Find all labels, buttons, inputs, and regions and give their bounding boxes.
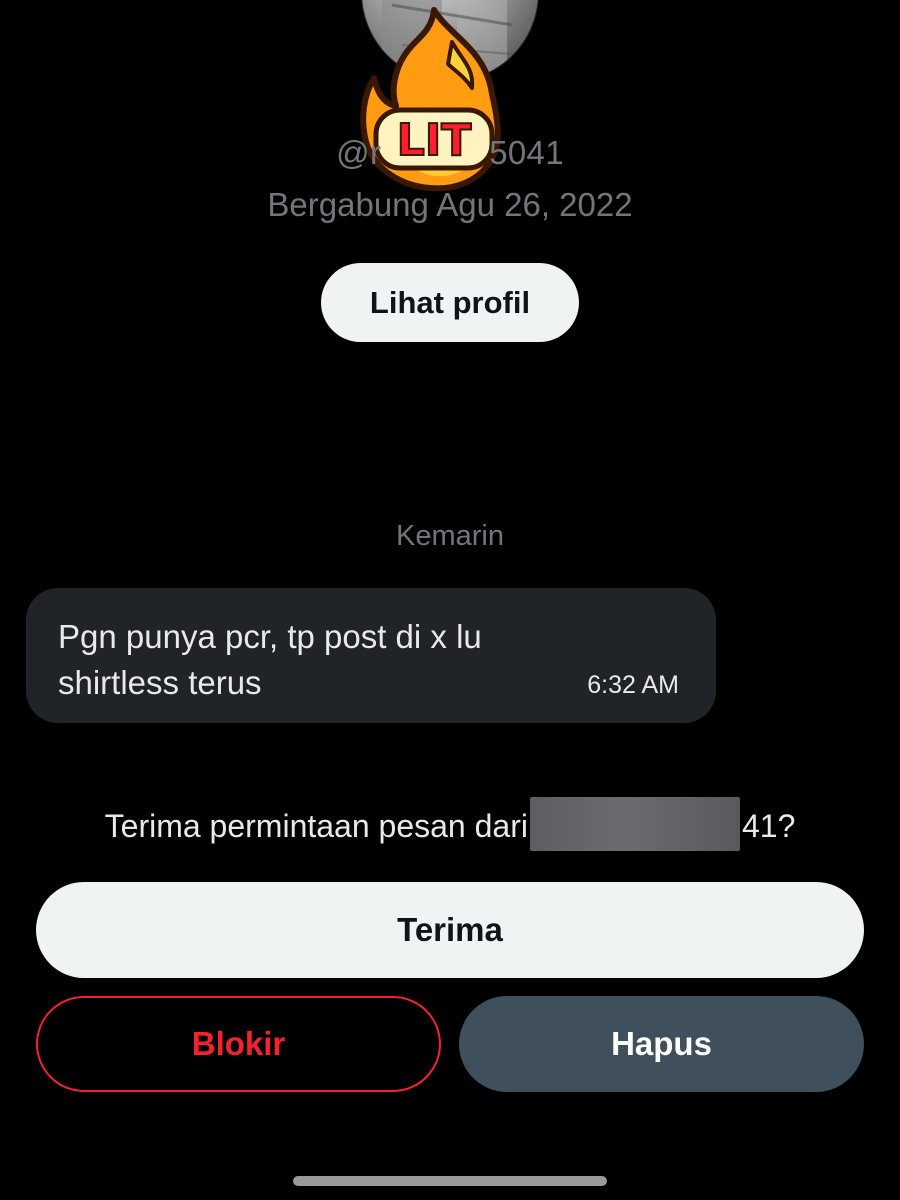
profile-username: @r 5041 [0,134,900,172]
username-suffix: 5041 [489,134,564,171]
day-separator: Kemarin [396,520,504,552]
message-bubble[interactable]: Pgn punya pcr, tp post di x lu shirtless… [26,588,716,723]
request-prompt-suffix: 41? [741,808,796,844]
accept-button[interactable]: Terima [36,882,864,978]
redacted-name [529,797,740,851]
delete-button[interactable]: Hapus [459,996,864,1092]
joined-date: Bergabung Agu 26, 2022 [267,186,633,223]
request-prompt-prefix: Terima permintaan pesan dari [104,808,528,844]
message-text: Pgn punya pcr, tp post di x lu shirtless… [58,618,482,701]
home-indicator[interactable] [293,1176,607,1186]
message-timestamp: 6:32 AM [587,671,679,699]
username-prefix: @r [336,134,382,171]
message-request-prompt: Terima permintaan pesan dari 41? [0,797,900,851]
view-profile-button[interactable]: Lihat profil [321,263,579,342]
block-button[interactable]: Blokir [36,996,441,1092]
